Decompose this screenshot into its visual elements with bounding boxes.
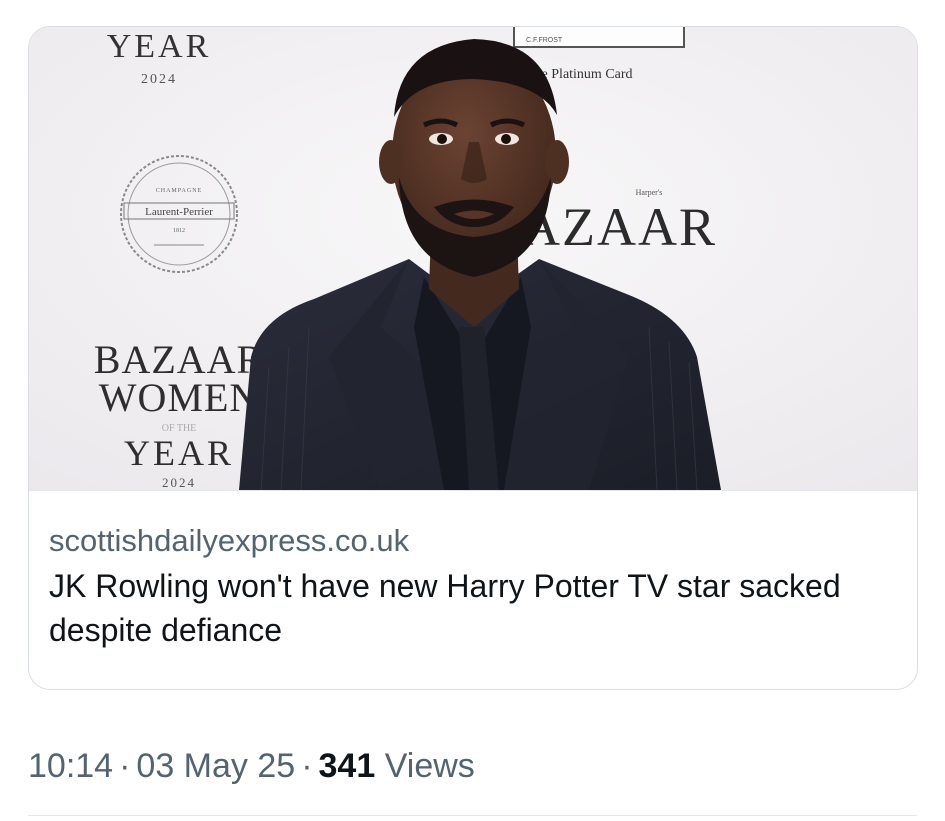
backdrop-year-top-num: 2024 xyxy=(141,72,177,87)
views-count[interactable]: 341 xyxy=(319,747,376,785)
section-divider xyxy=(28,815,917,816)
svg-text:Laurent-Perrier: Laurent-Perrier xyxy=(145,206,213,218)
meta-separator: · xyxy=(301,747,313,785)
post-meta: 10:14 · 03 May 25 · 341 Views xyxy=(28,744,475,788)
link-headline[interactable]: JK Rowling won't have new Harry Potter T… xyxy=(49,564,897,652)
link-preview-card[interactable]: YEAR 2024 CHAMPAGNE Laurent-Perrier 1812… xyxy=(28,26,918,690)
svg-text:CHAMPAGNE: CHAMPAGNE xyxy=(156,188,202,194)
link-domain[interactable]: scottishdailyexpress.co.uk xyxy=(49,521,897,561)
card-divider xyxy=(29,490,917,491)
backdrop-frost: C.F.FROST xyxy=(526,37,563,44)
post-time[interactable]: 10:14 xyxy=(28,747,113,785)
views-label: Views xyxy=(384,747,475,785)
backdrop-year-top: YEAR xyxy=(107,28,212,65)
meta-separator: · xyxy=(119,747,131,785)
backdrop-year-bottom-num: 2024 xyxy=(162,475,196,490)
post-date[interactable]: 03 May 25 xyxy=(136,747,295,785)
backdrop-bazaar-right: AZAAR xyxy=(521,197,717,257)
event-photo: YEAR 2024 CHAMPAGNE Laurent-Perrier 1812… xyxy=(29,27,917,490)
link-meta[interactable]: scottishdailyexpress.co.uk JK Rowling wo… xyxy=(49,521,897,652)
svg-text:1812: 1812 xyxy=(173,228,185,234)
backdrop-harpers: Harper's xyxy=(636,188,663,197)
backdrop-year-bottom: YEAR xyxy=(124,433,234,473)
link-preview-image[interactable]: YEAR 2024 CHAMPAGNE Laurent-Perrier 1812… xyxy=(29,27,917,490)
backdrop-women: WOMEN xyxy=(99,375,260,420)
